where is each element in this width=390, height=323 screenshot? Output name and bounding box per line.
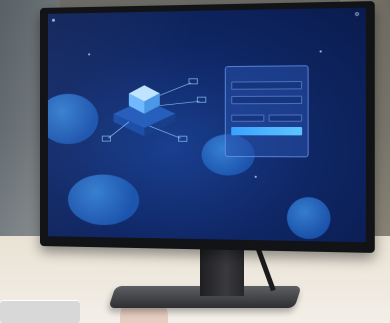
monitor-screen — [47, 7, 366, 243]
keyboard — [0, 300, 80, 323]
screen-glare — [47, 7, 366, 243]
monitor — [40, 1, 375, 253]
